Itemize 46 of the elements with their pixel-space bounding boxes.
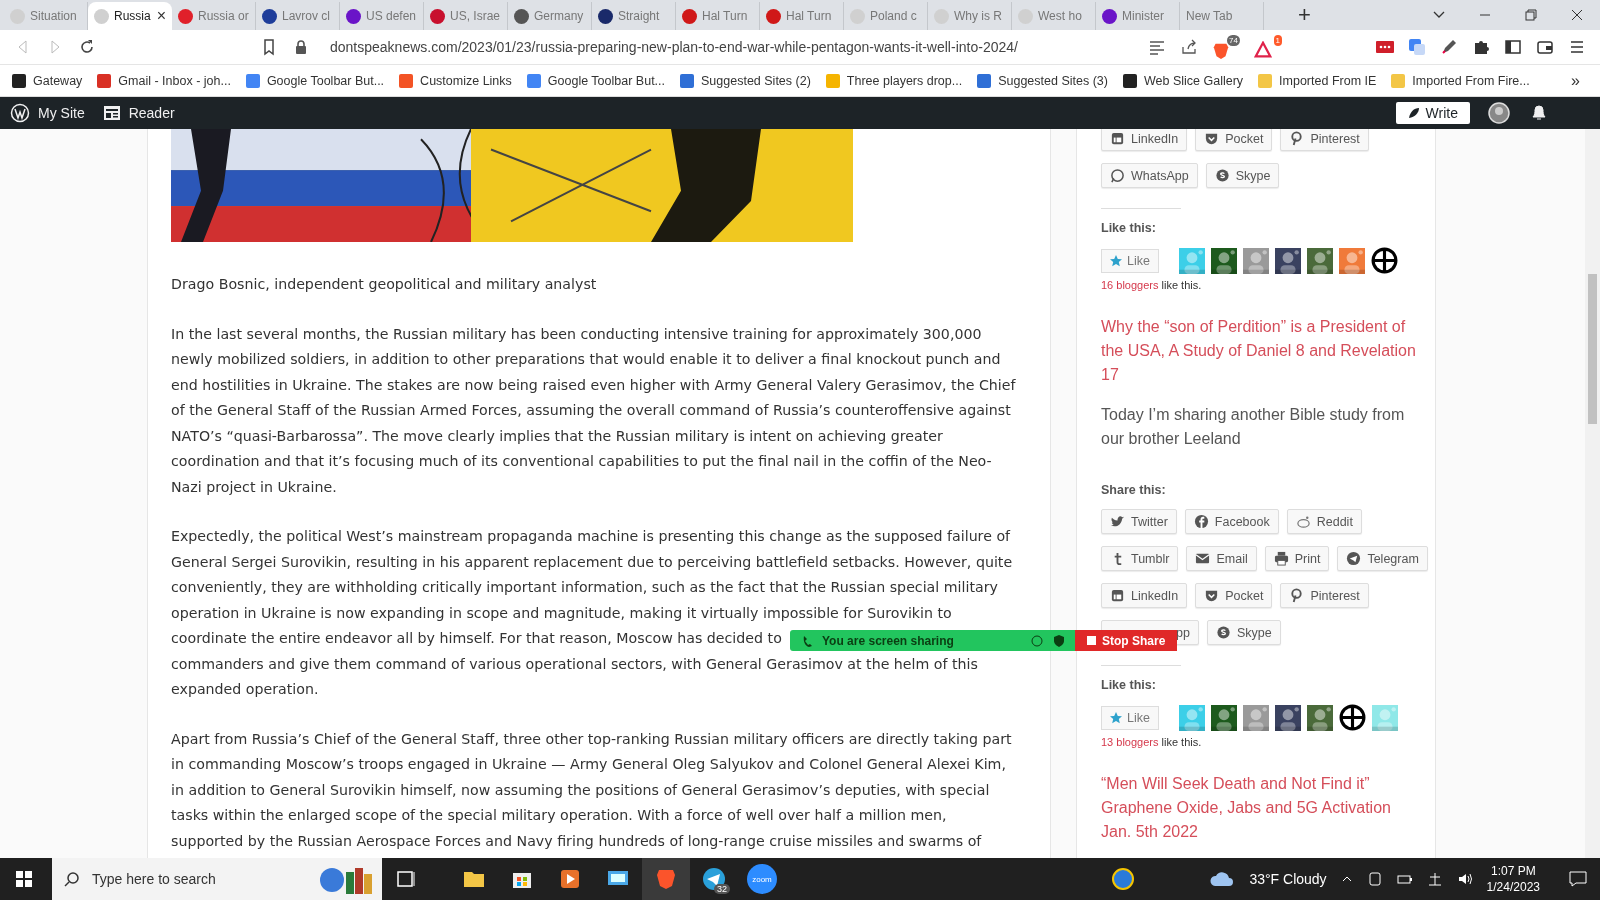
notification-badge: 1 [1273, 35, 1282, 46]
text-line: newly mobilized soldiers, in addition to other preparations that would enable it to deliver a final knockout punch and [171, 350, 1001, 369]
text-line: In the last several months, the Russian military has been conducting intensive training for approximately 300,000 [171, 324, 982, 344]
tab-title: New Tab [1186, 9, 1233, 23]
tab-title: Minister [1122, 9, 1164, 23]
tab-title: Poland c [870, 9, 917, 23]
text-line: in addition to General Surovikin himself, now assuming the positions of General Gerasimov’s deputies, with special [171, 780, 990, 800]
tab-title: Russia [114, 9, 151, 23]
tab-title: US, Israe [450, 9, 500, 23]
section-heading: Like this: [1101, 220, 1157, 235]
sharing-status: You are screen sharing [822, 633, 954, 648]
notification-badge: 32 [714, 884, 730, 894]
tab-title: Lavrov cl [282, 9, 331, 23]
tab-title: Hal Turn [786, 9, 832, 23]
notification-badge: 74 [1227, 35, 1240, 46]
text-line: of the General Staff of the Russian Armed Forces, assuming the overall command of Russia’s counteroffensive against [171, 401, 1011, 420]
text-line: supported by the Russian Aerospace Forces and Navy firing hundreds of long-range cruise missiles and swarms of [171, 831, 982, 851]
tab-title: US defen [366, 9, 417, 23]
text-line: in commanding Moscow’s troops engaged in Ukraine — Army General Oleg Salyukov and Colonel General Alexei Kim, [171, 755, 1006, 774]
text-line: NATO’s “quasi-Barbarossa”. The move clearly implies that the Russian military is intent on achieving greater [171, 426, 943, 446]
tab-title: Situation [30, 9, 77, 23]
likes-count: 16 bloggers like this. [1101, 279, 1203, 291]
section-heading: Like this: [1101, 677, 1157, 692]
text-line: conveniently, they are withholding critically important information, such as the fact that the Russian special military [171, 578, 998, 597]
text-line: operation in Ukraine is now expanding in scope and magnitude, making it virtually impossible for Surovikin to [171, 603, 952, 623]
text-line: commanders and give them command of various operational sectors, with General Gerasimov at the helm of this [171, 654, 978, 674]
tab-title: Germany [534, 9, 584, 23]
text-line: expanded operation. [171, 680, 319, 699]
post-excerpt: Today I’m sharing another Bible study from our brother Leeland [1101, 405, 1406, 449]
text-line: coordination and that it’s focusing much of its conventional capabilities to put the final nail in the coffin of the Neo- [171, 452, 992, 471]
text-line: tasks within the enlarged scope of the special military operation. With a force of well over half a million men, [171, 806, 947, 825]
section-heading: Share this: [1101, 482, 1167, 497]
text-line: Expectedly, the political West’s mainstream propaganda machine is presenting this change as the supposed failure of [171, 527, 1011, 546]
likes-count: 13 bloggers like this. [1101, 736, 1203, 748]
text-line: Nazi project in Ukraine. [171, 477, 337, 497]
tab-title: Straight [618, 9, 660, 23]
text-line: General Sergei Surovikin, resulting in his apparent replacement due to perceiving battlefield setbacks. However, quite [171, 552, 1013, 572]
tab-title: Russia or [198, 9, 249, 23]
text-line: Drago Bosnic, independent geopolitical and military analyst [171, 275, 597, 294]
tab-title: Why is R [954, 9, 1002, 23]
search-placeholder: Type here to search [92, 871, 216, 887]
tab-title: West ho [1038, 9, 1082, 23]
text-line: Apart from Russia’s Chief of the General Staff, three other top-ranking Russian military officers are directly taking part [171, 729, 1012, 749]
text-line: coordinate the entire endeavor all by himself. For that reason, Moscow has decided to [171, 629, 782, 648]
text-line: end hostilities in Ukraine. The stakes are now being raised even higher with Army General Valery Gerasimov, the Chief [171, 375, 1016, 395]
tab-title: Hal Turn [702, 9, 748, 23]
